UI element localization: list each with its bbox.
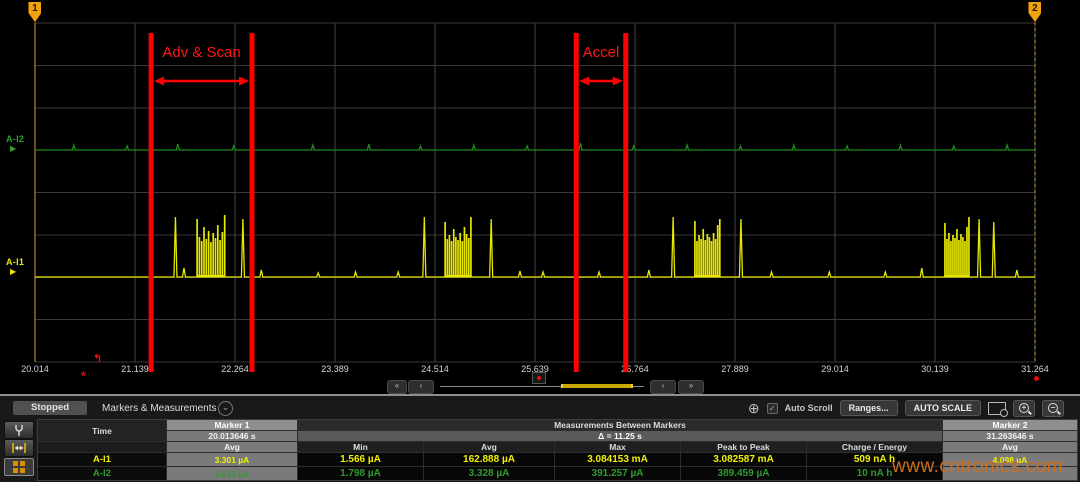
marker2-stat-header: Avg [943, 442, 1077, 452]
channel-label-a-i2: A-I2 [6, 134, 24, 144]
zoom-window-icon[interactable] [988, 402, 1006, 415]
row-a-i2-name: A-I2 [38, 467, 166, 480]
watermark: www.cntronics.com [892, 456, 1063, 478]
ranges-button[interactable]: Ranges... [840, 400, 898, 416]
row-a-i1-marker1-avg: 3.301 µA [167, 453, 297, 466]
scroll-right-button[interactable]: › [650, 380, 676, 394]
time-blank-cell [38, 442, 166, 452]
red-asterisk-icon: * [81, 369, 86, 383]
measurement-table-button[interactable] [4, 458, 34, 476]
marker2-time: 31.263646 s [943, 431, 1077, 441]
row-a-i2-marker1-avg: 2.813 µA [167, 467, 297, 480]
marker1-time: 20.013646 s [167, 431, 297, 441]
annotation-label-1: Accel [583, 44, 620, 61]
probe-setup-icon [13, 424, 25, 437]
row-a-i2-min: 1.798 µA [298, 467, 423, 480]
acquisition-state-button[interactable]: Stopped [13, 401, 87, 415]
zoom-in-button[interactable]: + [1013, 400, 1035, 417]
scope-screen: A-I2 ▶ A-I1 ▶ ↰ * « ‹ › » Stopped Marker… [0, 0, 1080, 482]
annotation-label-0: Adv & Scan [162, 44, 240, 61]
zoom-out-icon: − [1048, 403, 1058, 413]
row-a-i2-peak-to-peak: 389.459 µA [681, 467, 806, 480]
col-header-min: Min [298, 442, 423, 452]
channel-a-i1-reference-arrow-icon[interactable]: ▶ [10, 267, 16, 276]
marker2-header[interactable]: Marker 2 [943, 420, 1077, 430]
probe-setup-button[interactable] [4, 421, 34, 439]
auto-scroll-checkbox[interactable]: ✓ [767, 403, 778, 414]
scroll-left-button[interactable]: ‹ [408, 380, 434, 394]
row-a-i1-min: 1.566 µA [298, 453, 423, 466]
col-header-peak-to-peak: Peak to Peak [681, 442, 806, 452]
measurement-table-icon [13, 461, 26, 473]
bottom-panel: Stopped Markers & Measurements ⌄ ⊕ ✓ Aut… [0, 394, 1080, 482]
row-a-i1-name: A-I1 [38, 453, 166, 466]
row-a-i2-avg: 3.328 µA [424, 467, 554, 480]
row-a-i2-max: 391.257 µA [555, 467, 680, 480]
scrollbar-thumb[interactable] [561, 384, 633, 388]
scroll-fast-right-button[interactable]: » [678, 380, 704, 394]
row-a-i1-peak-to-peak: 3.082587 mA [681, 453, 806, 466]
markers-measurements-title: Markers & Measurements [102, 403, 216, 414]
col-header-max: Max [555, 442, 680, 452]
row-a-i1-avg: 162.888 µA [424, 453, 554, 466]
trigger-hook-icon: ↰ [93, 352, 102, 365]
zoom-in-icon: + [1019, 403, 1029, 413]
zoom-out-button[interactable]: − [1042, 400, 1064, 417]
col-header-charge-energy: Charge / Energy [807, 442, 942, 452]
scroll-fast-left-button[interactable]: « [387, 380, 407, 394]
zoom-window-magnifier-icon [1000, 409, 1008, 417]
auto-scroll-label: Auto Scroll [785, 403, 833, 413]
trigger-time-marker-icon[interactable] [532, 372, 546, 384]
between-markers-header: Measurements Between Markers [298, 420, 942, 430]
time-header: Time [38, 420, 166, 441]
row-a-i1-max: 3.084153 mA [555, 453, 680, 466]
markers-tool-button[interactable] [4, 439, 34, 457]
markers-tool-icon [11, 442, 27, 454]
view-toolbar: ⊕ ✓ Auto Scroll Ranges... AUTO SCALE + − [748, 399, 1064, 417]
red-dot-icon [1034, 376, 1039, 381]
marker1-header[interactable]: Marker 1 [167, 420, 297, 430]
marker1-stat-header: Avg [167, 442, 297, 452]
channel-a-i2-reference-arrow-icon[interactable]: ▶ [10, 144, 16, 153]
target-position-icon[interactable]: ⊕ [748, 401, 760, 415]
trigger-dot-icon [537, 376, 541, 380]
chevron-down-icon[interactable]: ⌄ [218, 401, 233, 416]
auto-scale-button[interactable]: AUTO SCALE [905, 400, 981, 416]
col-header-avg: Avg [424, 442, 554, 452]
delta-time: Δ = 11.25 s [298, 431, 942, 441]
channel-label-a-i1: A-I1 [6, 257, 24, 267]
